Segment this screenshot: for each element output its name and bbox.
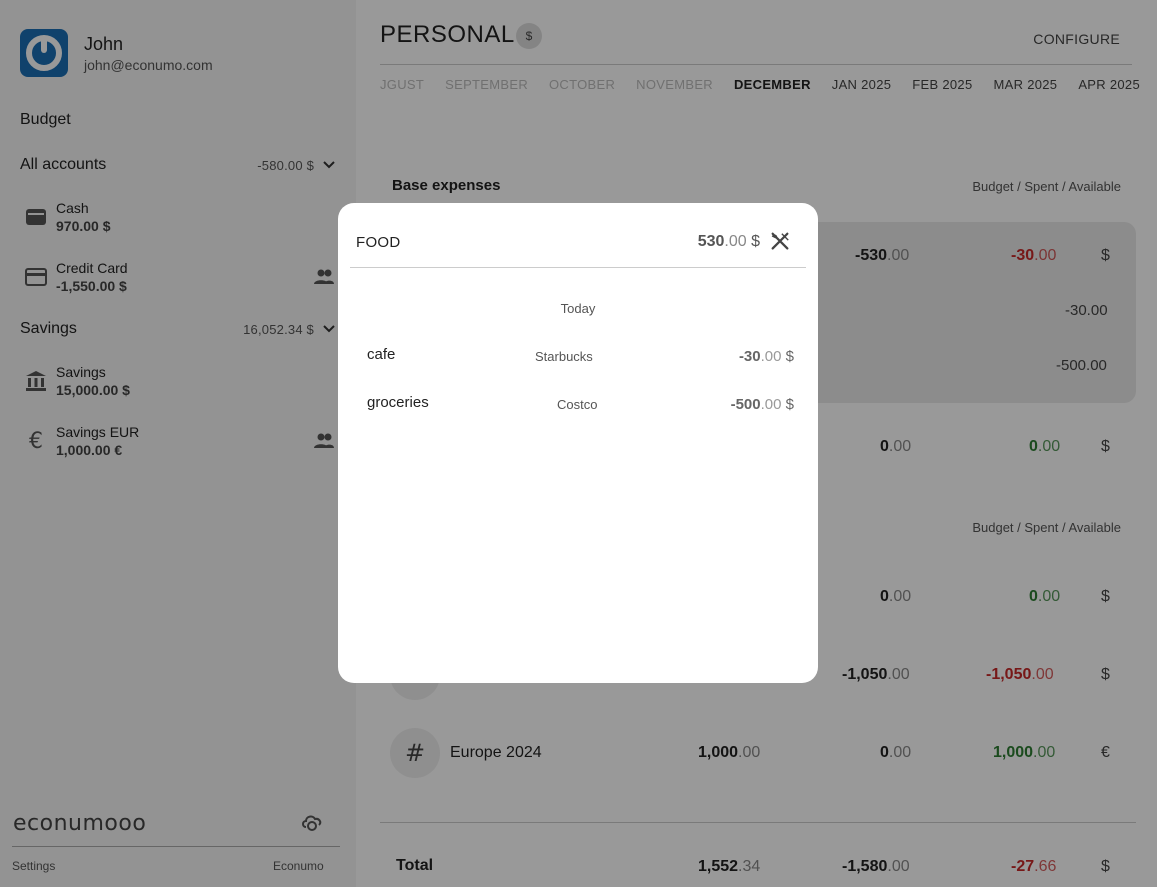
transaction-amount: -30.00 $ — [738, 348, 794, 365]
transaction-payee: Costco — [557, 397, 598, 412]
fork-knife-icon — [771, 232, 789, 250]
category-transactions-modal: FOOD 530.00 $ Today cafe Starbucks -30.0… — [338, 203, 818, 683]
divider — [350, 267, 806, 268]
transaction-description[interactable]: groceries — [367, 394, 429, 411]
modal-amount: 530.00 $ — [697, 233, 760, 250]
transaction-description[interactable]: cafe — [367, 346, 395, 363]
transaction-amount: -500.00 $ — [730, 396, 794, 413]
transaction-payee: Starbucks — [535, 349, 593, 364]
date-group-label: Today — [560, 301, 596, 316]
modal-title: FOOD — [356, 234, 401, 251]
